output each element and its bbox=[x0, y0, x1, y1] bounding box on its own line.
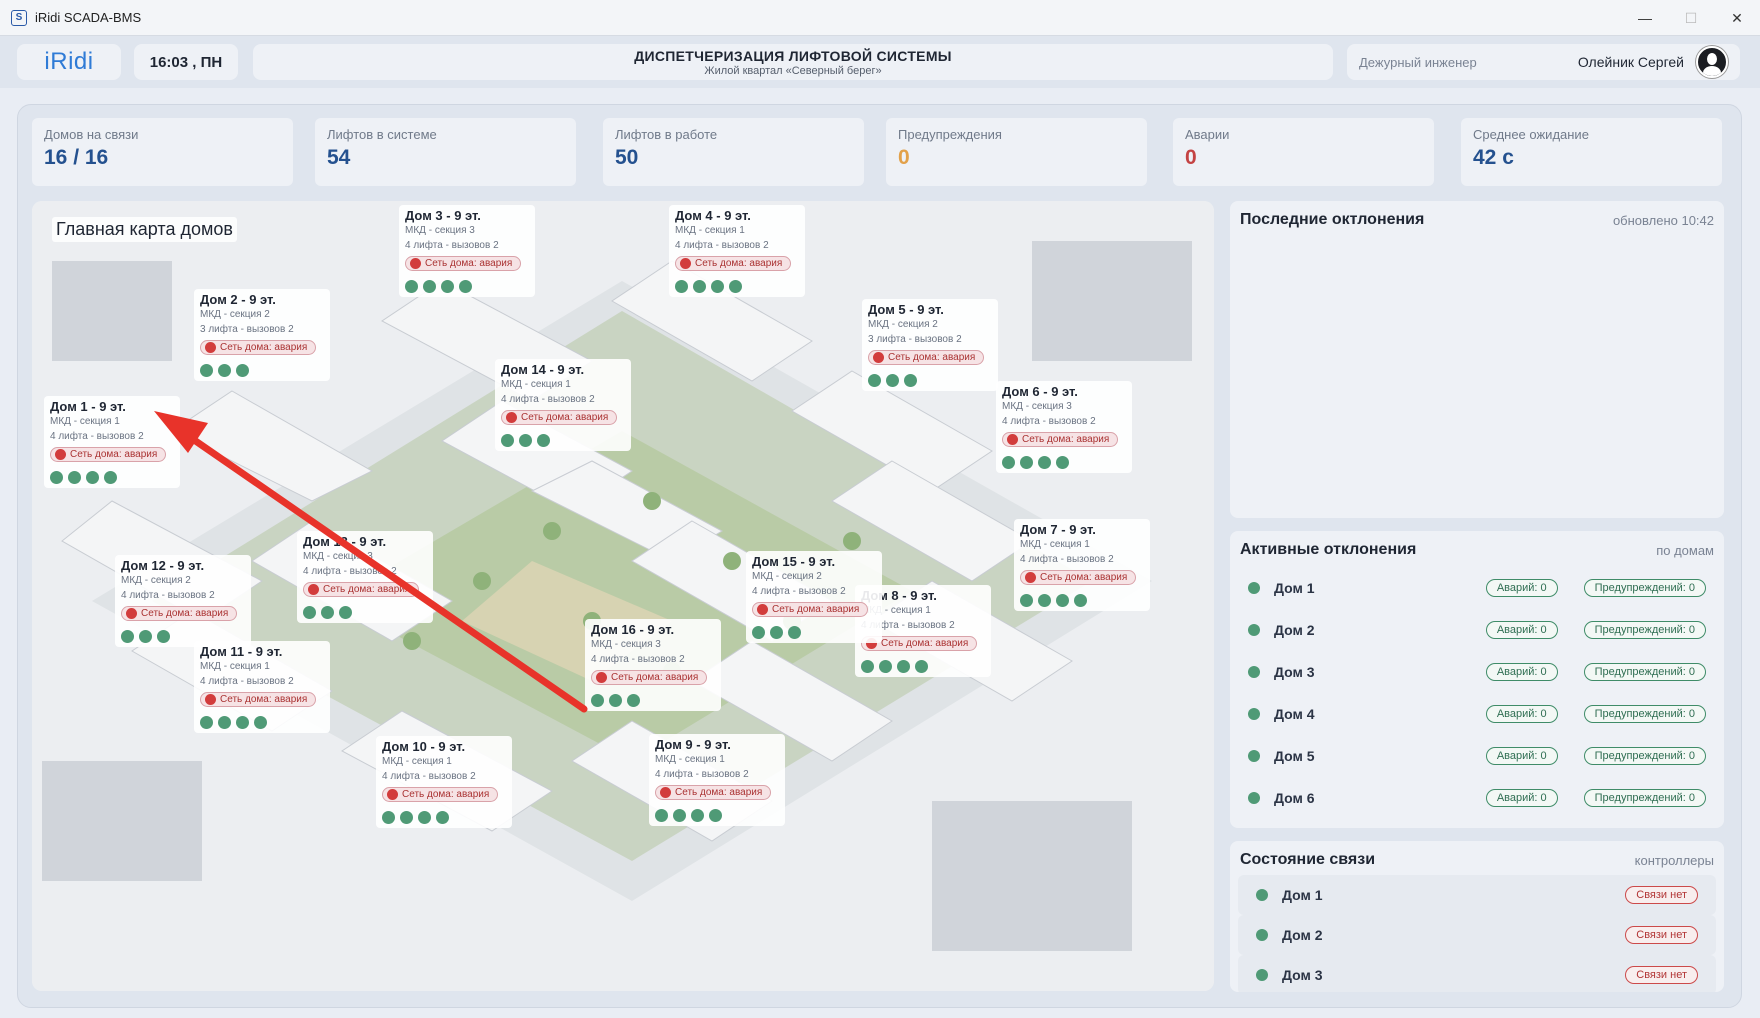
kpi-label: Среднее ожидание bbox=[1473, 127, 1589, 142]
status-dot bbox=[1256, 889, 1268, 901]
house-name: Дом 4 bbox=[1274, 706, 1315, 722]
app-icon: S bbox=[11, 9, 27, 26]
page-header: ДИСПЕТЧЕРИЗАЦИЯ ЛИФТОВОЙ СИСТЕМЫ Жилой к… bbox=[253, 44, 1333, 80]
pointer-arrow bbox=[154, 411, 588, 713]
warnings-count-badge[interactable]: Предупреждений: 0 bbox=[1583, 789, 1706, 807]
alarms-count-badge[interactable]: Аварий: 0 bbox=[1485, 621, 1558, 639]
status-dot bbox=[1248, 792, 1260, 804]
house-name: Дом 3 bbox=[1282, 967, 1323, 983]
user-box[interactable]: Дежурный инженер Олейник Сергей bbox=[1347, 44, 1740, 80]
panel-subtitle: контроллеры bbox=[1634, 852, 1714, 868]
connection-status-badge[interactable]: Связи нет bbox=[1625, 926, 1698, 944]
kpi-value: 50 bbox=[615, 146, 639, 169]
clock: 16:03 , ПН bbox=[134, 44, 238, 80]
house-name: Дом 3 bbox=[1274, 664, 1315, 680]
kpi-value: 42 с bbox=[1473, 146, 1514, 169]
warnings-count-badge[interactable]: Предупреждений: 0 bbox=[1583, 705, 1706, 723]
status-dot bbox=[1248, 750, 1260, 762]
top-bar: iRidi 16:03 , ПН ДИСПЕТЧЕРИЗАЦИЯ ЛИФТОВО… bbox=[0, 36, 1760, 88]
kpi-label: Аварии bbox=[1185, 127, 1230, 142]
warnings-count-badge[interactable]: Предупреждений: 0 bbox=[1583, 579, 1706, 597]
kpi-value: 0 bbox=[898, 146, 910, 169]
status-dot bbox=[1248, 624, 1260, 636]
kpi-label: Лифтов в системе bbox=[327, 127, 437, 142]
alarms-count-badge[interactable]: Аварий: 0 bbox=[1485, 579, 1558, 597]
connection-row[interactable]: Дом 2 Связи нет bbox=[1238, 915, 1716, 955]
kpi-lifts-working: Лифтов в работе 50 bbox=[603, 118, 864, 186]
status-dot bbox=[1248, 666, 1260, 678]
alarms-count-badge[interactable]: Аварий: 0 bbox=[1485, 789, 1558, 807]
window-title: iRidi SCADA-BMS bbox=[35, 10, 142, 25]
warnings-count-badge[interactable]: Предупреждений: 0 bbox=[1583, 747, 1706, 765]
panel-title: Последние октлонения bbox=[1240, 211, 1425, 228]
status-dot bbox=[1248, 708, 1260, 720]
house-name: Дом 5 bbox=[1274, 748, 1315, 764]
kpi-label: Предупреждения bbox=[898, 127, 1002, 142]
page-title: ДИСПЕТЧЕРИЗАЦИЯ ЛИФТОВОЙ СИСТЕМЫ bbox=[634, 47, 952, 64]
kpi-value: 54 bbox=[327, 146, 351, 169]
user-name: Олейник Сергей bbox=[1577, 54, 1684, 70]
panel-title: Состояние связи bbox=[1240, 851, 1376, 868]
maximize-button[interactable]: ☐ bbox=[1668, 0, 1714, 36]
houses-map[interactable]: Главная карта домов Дом 1 - 9 эт. МКД - с… bbox=[32, 201, 1214, 991]
user-role: Дежурный инженер bbox=[1359, 54, 1477, 70]
active-deviation-row[interactable]: Дом 5 Аварий: 0 Предупреждений: 0 bbox=[1230, 735, 1724, 777]
kpi-avg-wait: Среднее ожидание 42 с bbox=[1461, 118, 1722, 186]
active-deviation-row[interactable]: Дом 3 Аварий: 0 Предупреждений: 0 bbox=[1230, 651, 1724, 693]
panel-title: Активные отклонения bbox=[1240, 541, 1417, 558]
active-deviation-row[interactable]: Дом 4 Аварий: 0 Предупреждений: 0 bbox=[1230, 693, 1724, 735]
house-name: Дом 2 bbox=[1282, 927, 1323, 943]
house-name: Дом 6 bbox=[1274, 790, 1315, 806]
avatar[interactable] bbox=[1696, 46, 1728, 78]
status-dot bbox=[1256, 969, 1268, 981]
status-dot bbox=[1248, 582, 1260, 594]
alarms-count-badge[interactable]: Аварий: 0 bbox=[1485, 705, 1558, 723]
house-name: Дом 2 bbox=[1274, 622, 1315, 638]
window-titlebar: S iRidi SCADA-BMS — ☐ ✕ bbox=[0, 0, 1760, 36]
connection-panel: Состояние связи контроллеры Дом 1 Связи н… bbox=[1230, 841, 1724, 992]
status-dot bbox=[1256, 929, 1268, 941]
active-deviation-row[interactable]: Дом 2 Аварий: 0 Предупреждений: 0 bbox=[1230, 609, 1724, 651]
panel-subtitle: по домам bbox=[1656, 542, 1714, 558]
close-button[interactable]: ✕ bbox=[1714, 0, 1760, 36]
warnings-count-badge[interactable]: Предупреждений: 0 bbox=[1583, 621, 1706, 639]
warnings-count-badge[interactable]: Предупреждений: 0 bbox=[1583, 663, 1706, 681]
active-deviations-panel: Активные отклонения по домам Дом 1 Аварий… bbox=[1230, 531, 1724, 828]
connection-row[interactable]: Дом 3 Связи нет bbox=[1238, 955, 1716, 992]
kpi-label: Домов на связи bbox=[44, 127, 139, 142]
connection-status-badge[interactable]: Связи нет bbox=[1625, 966, 1698, 984]
active-deviation-row[interactable]: Дом 1 Аварий: 0 Предупреждений: 0 bbox=[1230, 567, 1724, 609]
connection-row[interactable]: Дом 1 Связи нет bbox=[1238, 875, 1716, 915]
kpi-houses-online: Домов на связи 16 / 16 bbox=[32, 118, 293, 186]
kpi-value: 16 / 16 bbox=[44, 146, 109, 169]
logo[interactable]: iRidi bbox=[17, 44, 121, 80]
kpi-label: Лифтов в работе bbox=[615, 127, 718, 142]
kpi-lifts-total: Лифтов в системе 54 bbox=[315, 118, 576, 186]
kpi-value: 0 bbox=[1185, 146, 1197, 169]
panel-updated: обновлено 10:42 bbox=[1612, 212, 1714, 228]
alarms-count-badge[interactable]: Аварий: 0 bbox=[1485, 663, 1558, 681]
alarms-count-badge[interactable]: Аварий: 0 bbox=[1485, 747, 1558, 765]
connection-status-badge[interactable]: Связи нет bbox=[1625, 886, 1698, 904]
page-subtitle: Жилой квартал «Северный берег» bbox=[704, 64, 882, 77]
kpi-warnings: Предупреждения 0 bbox=[886, 118, 1147, 186]
kpi-alarms: Аварии 0 bbox=[1173, 118, 1434, 186]
window-controls: — ☐ ✕ bbox=[1622, 0, 1760, 36]
house-name: Дом 1 bbox=[1274, 580, 1315, 596]
house-name: Дом 1 bbox=[1282, 887, 1323, 903]
minimize-button[interactable]: — bbox=[1622, 0, 1668, 36]
active-deviation-row[interactable]: Дом 6 Аварий: 0 Предупреждений: 0 bbox=[1230, 777, 1724, 819]
recent-deviations-panel: Последние октлонения обновлено 10:42 bbox=[1230, 201, 1724, 518]
